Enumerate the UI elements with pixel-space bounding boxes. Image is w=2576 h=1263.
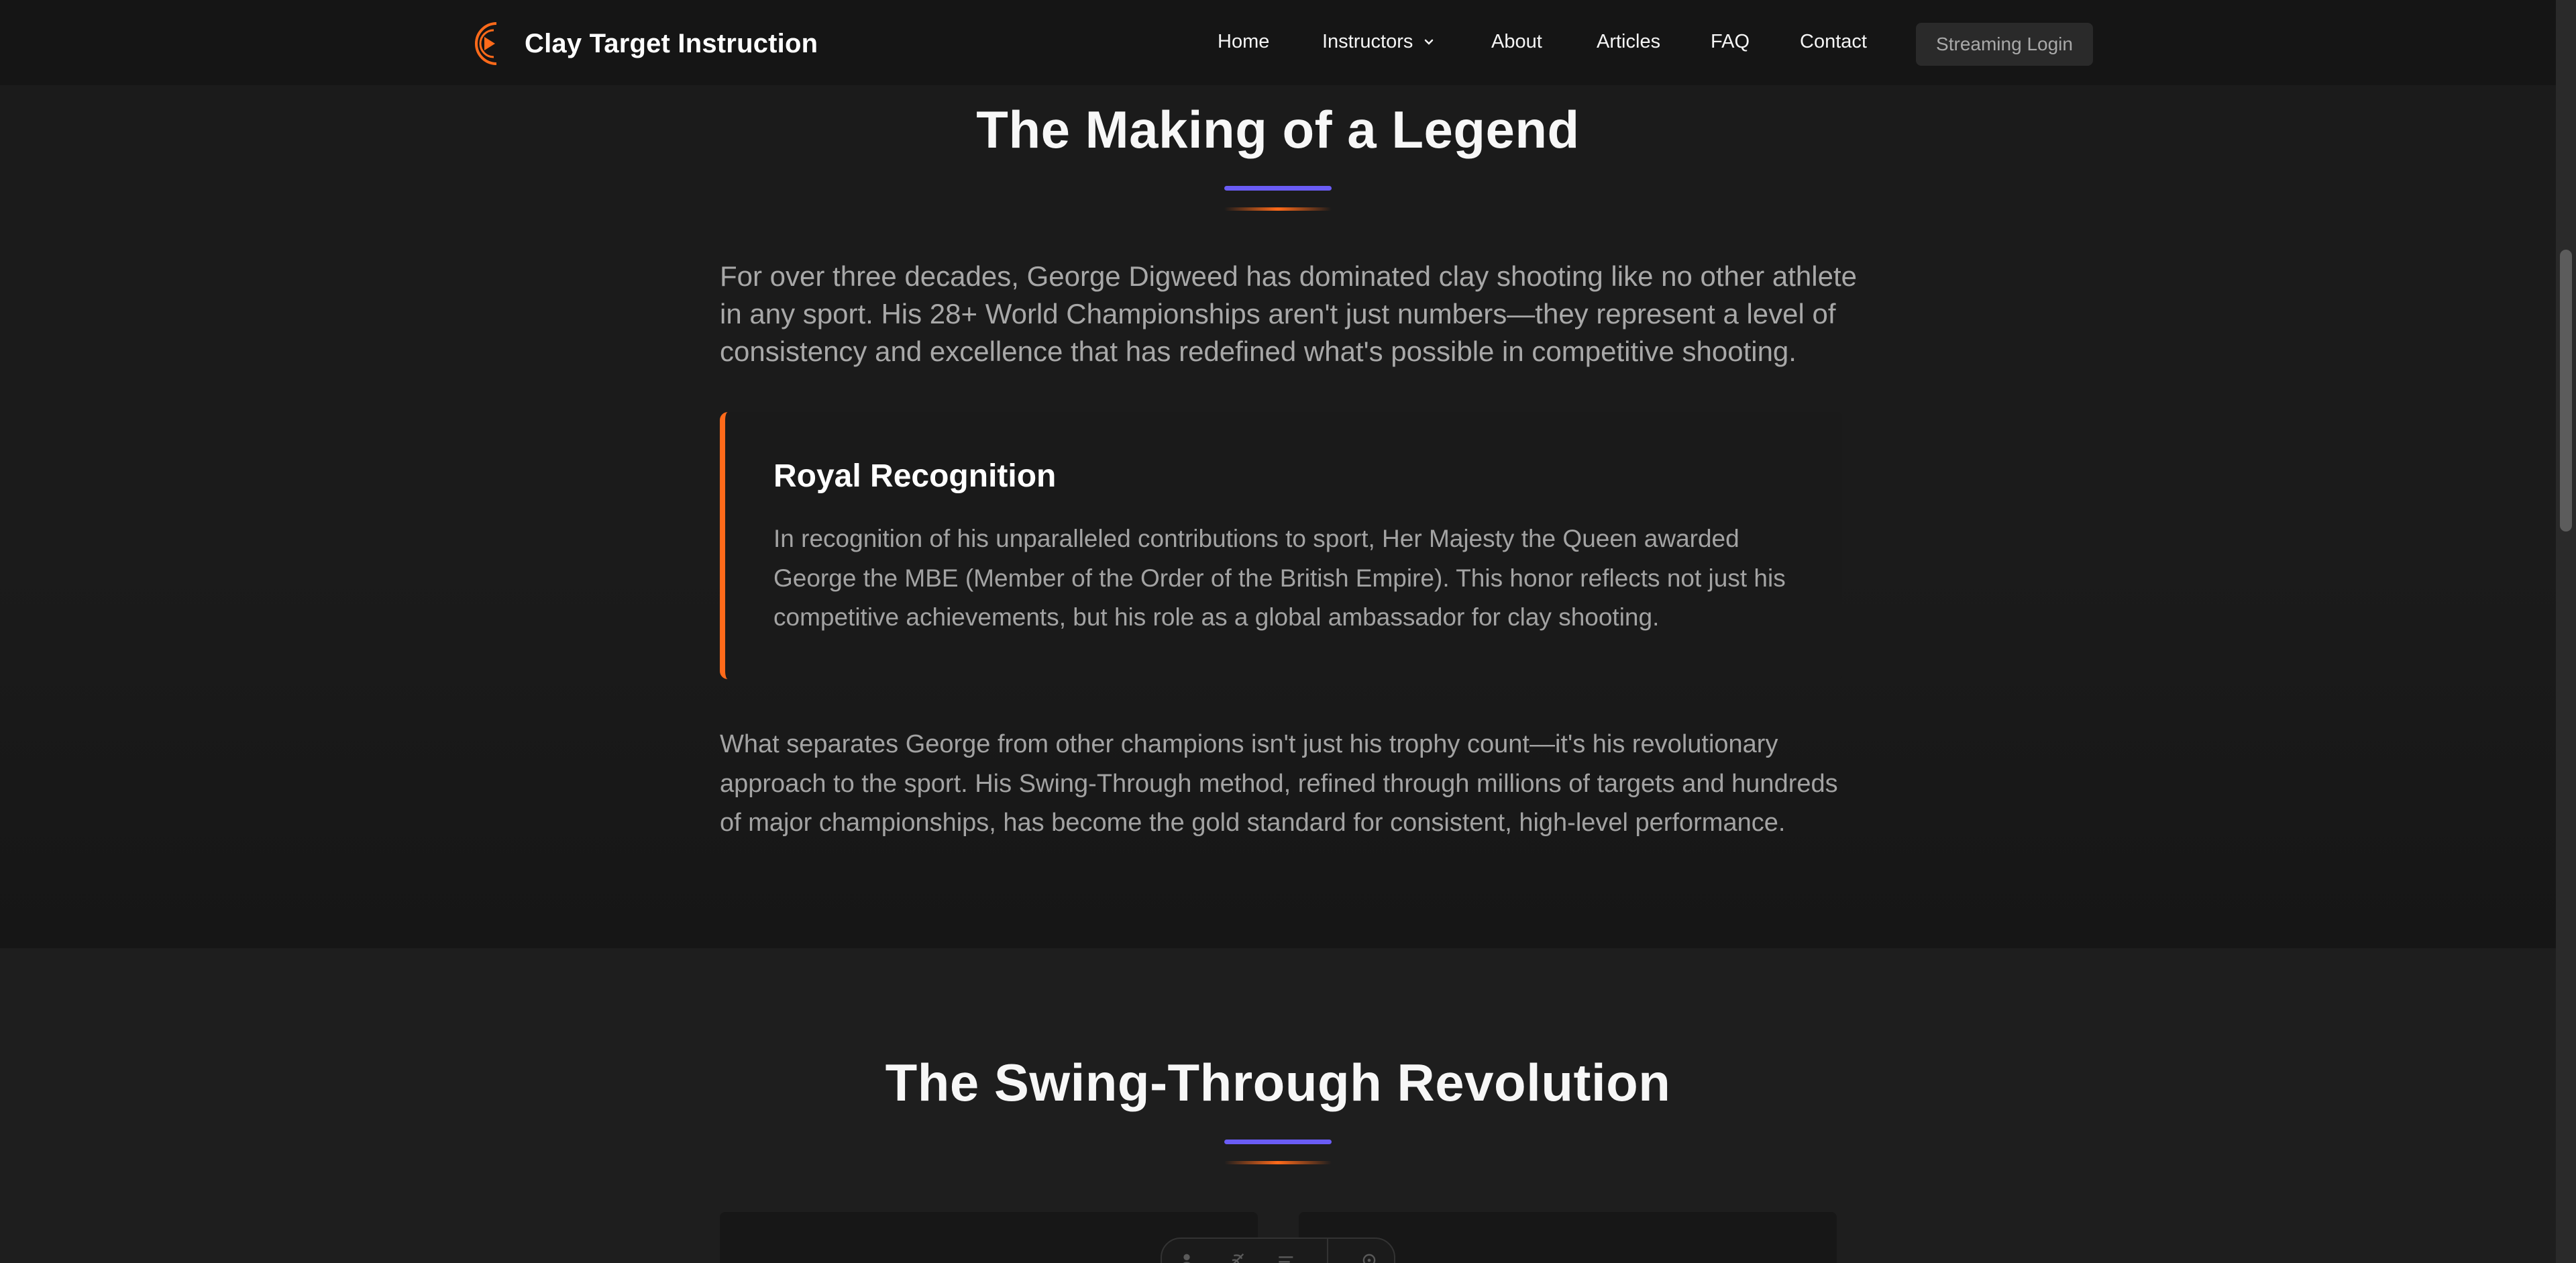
royal-recognition-callout: Royal Recognition In recognition of his …	[720, 412, 1842, 679]
nav-instructors[interactable]: Instructors	[1322, 31, 1436, 53]
swing-accent-glow	[1224, 1161, 1332, 1164]
person-icon[interactable]	[1177, 1251, 1196, 1263]
nav-home[interactable]: Home	[1218, 31, 1269, 53]
title-accent-bar	[1224, 186, 1332, 191]
toolbar-divider	[1327, 1239, 1329, 1263]
lines-icon[interactable]	[1277, 1251, 1296, 1263]
nav-articles[interactable]: Articles	[1597, 31, 1660, 53]
site-header: Clay Target Instruction Home Instructors…	[0, 0, 2556, 85]
nav-faq[interactable]: FAQ	[1711, 31, 1750, 53]
nav-contact[interactable]: Contact	[1800, 31, 1867, 53]
section-title-swing: The Swing-Through Revolution	[885, 1053, 1671, 1112]
callout-title: Royal Recognition	[773, 458, 1057, 494]
streaming-login-button[interactable]: Streaming Login	[1916, 23, 2093, 66]
lead-paragraph: For over three decades, George Digweed h…	[720, 260, 1858, 367]
main-nav: Home Instructors About Articles FAQ Cont…	[0, 0, 2556, 85]
section-title: The Making of a Legend	[976, 100, 1580, 159]
page-scrollbar[interactable]	[2556, 0, 2576, 1263]
chevron-down-icon	[1425, 39, 1434, 45]
scrollbar-thumb[interactable]	[2560, 250, 2572, 532]
floating-toolbar	[1161, 1237, 1395, 1263]
body-paragraph: What separates George from other champio…	[720, 730, 1838, 837]
title-accent-glow	[1224, 207, 1332, 211]
nav-about[interactable]: About	[1491, 31, 1542, 53]
feather-icon[interactable]	[1228, 1251, 1246, 1263]
callout-text: In recognition of his unparalleled contr…	[773, 525, 1786, 631]
swing-accent-bar	[1224, 1140, 1332, 1144]
legend-section: The Making of a Legend For over three de…	[0, 0, 2556, 948]
page: The Making of a Legend For over three de…	[0, 0, 2556, 1263]
nav-instructors-label: Instructors	[1322, 31, 1413, 52]
gear-icon[interactable]	[1360, 1251, 1379, 1263]
